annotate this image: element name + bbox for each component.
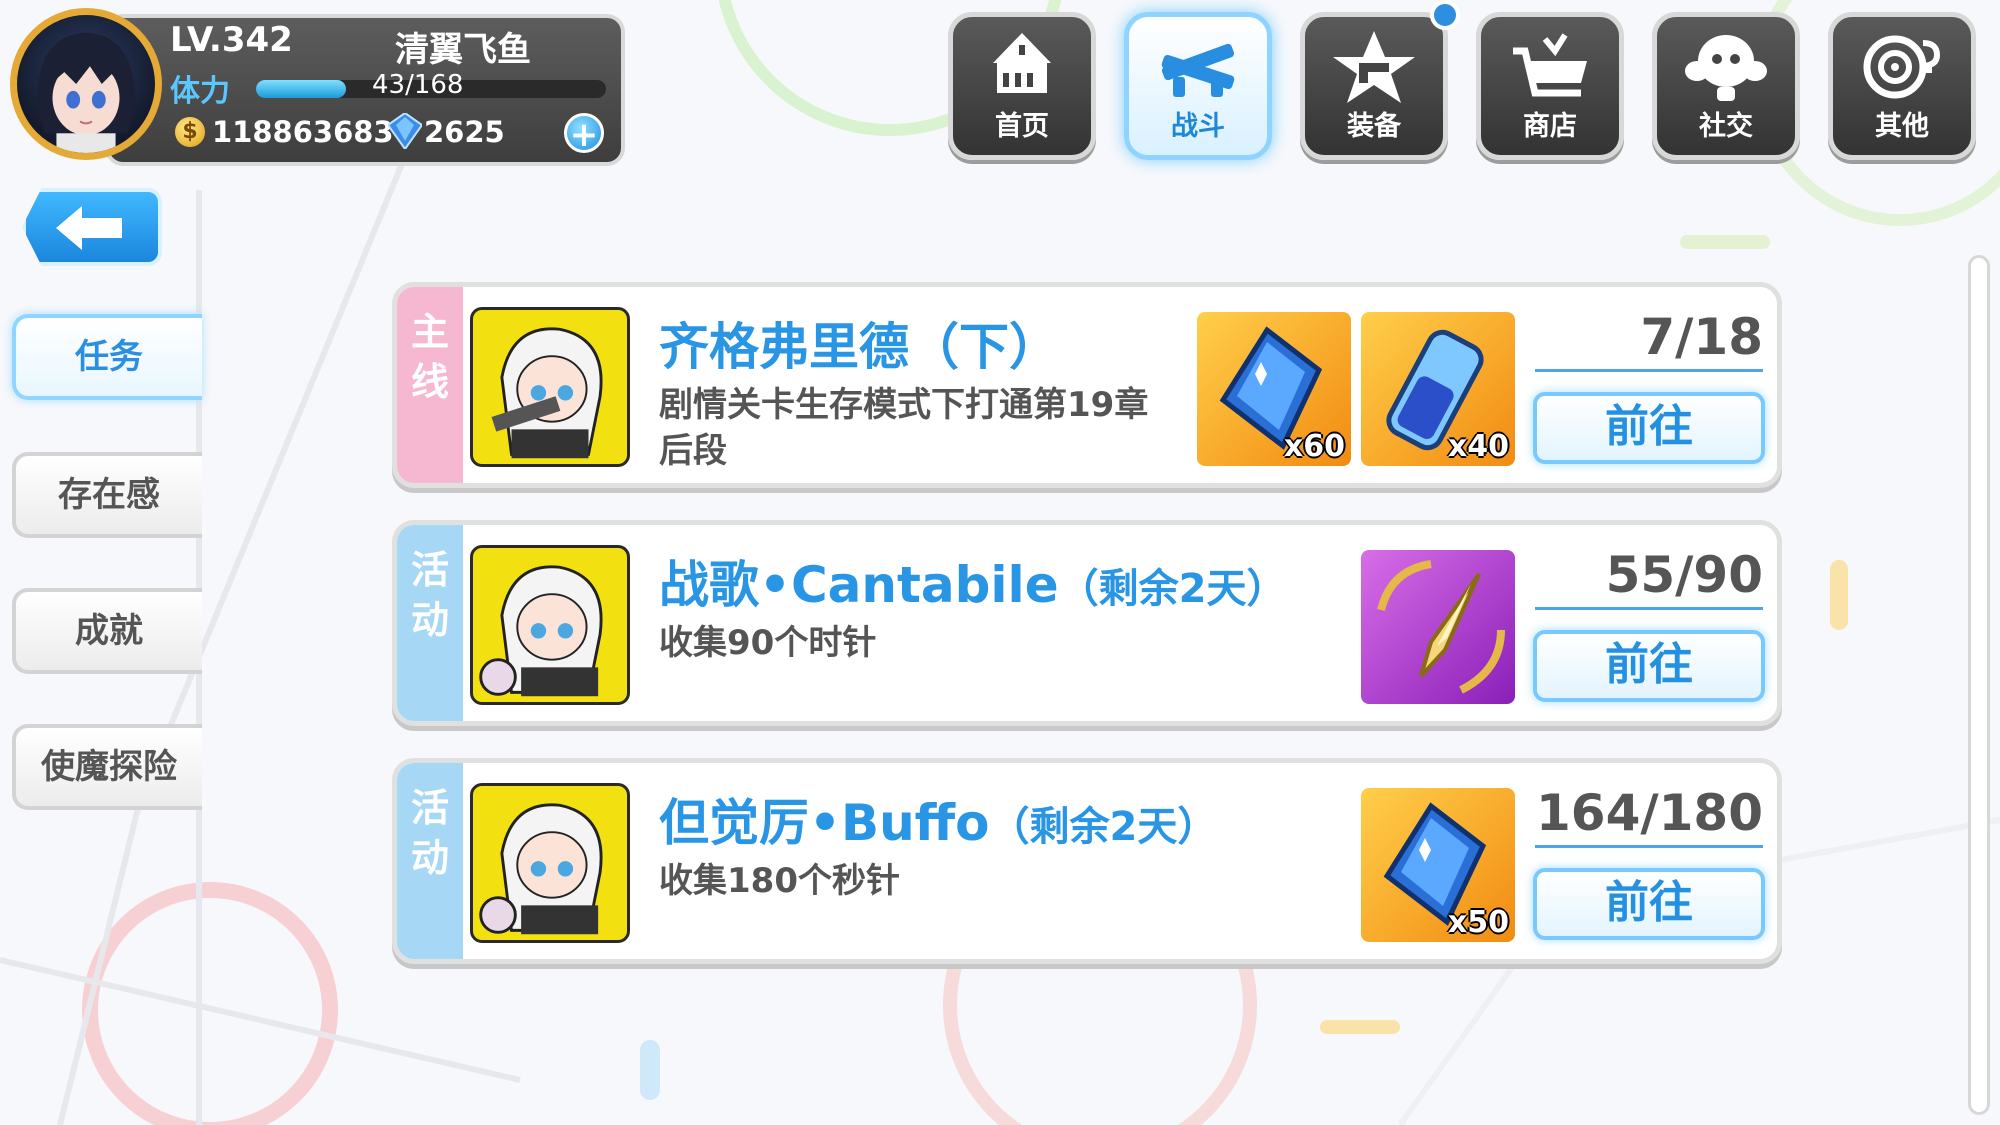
go-button[interactable]: 前往	[1533, 630, 1765, 702]
reward-item[interactable]: x60	[1197, 312, 1351, 466]
nav-equipment-button[interactable]: 装备	[1300, 12, 1448, 160]
nav-shop-label: 商店	[1523, 111, 1577, 142]
reward-item[interactable]: x40	[1361, 312, 1515, 466]
player-panel: LV.342 清翼飞鱼 体力 43/168 $ 118863683 2625 +	[10, 8, 625, 166]
back-arrow-icon	[56, 206, 122, 250]
currency-row: $ 118863683 2625 +	[170, 113, 610, 157]
task-portrait	[470, 783, 630, 943]
nav-home-button[interactable]: 首页	[948, 12, 1096, 160]
nav-battle-label: 战斗	[1171, 111, 1225, 142]
sidebar-tab-achievements[interactable]: 成就	[12, 588, 202, 674]
stamina-value: 43/168	[372, 70, 464, 100]
task-tag: 活动	[397, 763, 463, 959]
player-avatar[interactable]	[10, 8, 162, 160]
back-button[interactable]	[22, 188, 162, 266]
nav-equipment-label: 装备	[1347, 111, 1401, 142]
task-tag: 主线	[397, 287, 463, 483]
character-portrait-icon	[479, 803, 603, 935]
sidebar-tab-presence[interactable]: 存在感	[12, 452, 202, 538]
character-portrait-icon	[479, 565, 603, 697]
task-portrait	[470, 545, 630, 705]
task-title: 战歌•Cantabile（剩余2天）	[659, 556, 1287, 614]
task-portrait	[470, 307, 630, 467]
task-progress: 55/90	[1535, 543, 1763, 610]
gold-coin-icon: $	[175, 117, 205, 147]
task-description: 收集180个秒针	[659, 861, 900, 901]
task-title: 但觉厉•Buffo（剩余2天）	[659, 794, 1218, 852]
nav-shop-button[interactable]: 商店	[1476, 12, 1624, 160]
task-card: 主线 齐格弗里德（下） 剧情关卡生存模式下打通第19章后段 x60 x40 7/…	[392, 282, 1782, 488]
shop-icon	[1513, 33, 1587, 97]
gold-amount: 118863683	[212, 115, 394, 149]
nav-home-label: 首页	[995, 111, 1049, 142]
nav-social-label: 社交	[1699, 111, 1753, 142]
nav-battle-button[interactable]: 战斗	[1124, 12, 1272, 160]
reward-quantity: x50	[1447, 905, 1509, 940]
task-description: 收集90个时针	[659, 623, 877, 663]
equipment-icon	[1333, 31, 1415, 103]
player-level: LV.342	[170, 20, 293, 60]
reward-quantity: x60	[1283, 429, 1345, 464]
task-card: 活动 战歌•Cantabile（剩余2天） 收集90个时针 55/90 前往	[392, 520, 1782, 726]
gem-icon	[388, 113, 422, 149]
avatar-portrait-icon	[36, 32, 136, 153]
task-title: 齐格弗里德（下）	[659, 318, 1059, 376]
nav-other-label: 其他	[1875, 111, 1929, 142]
home-icon	[993, 33, 1051, 93]
player-name: 清翼飞鱼	[395, 30, 531, 70]
sidebar-tab-tasks[interactable]: 任务	[12, 314, 202, 400]
social-icon	[1685, 35, 1767, 101]
reward-quantity: x40	[1447, 429, 1509, 464]
stamina-bar-fill	[256, 80, 346, 98]
gem-amount: 2625	[424, 115, 505, 149]
stamina-label: 体力	[170, 74, 230, 109]
notification-dot	[1430, 0, 1460, 30]
scrollbar[interactable]	[1968, 255, 1990, 1115]
go-button[interactable]: 前往	[1533, 392, 1765, 464]
character-portrait-icon	[491, 327, 603, 459]
reward-item[interactable]: x50	[1361, 788, 1515, 942]
battle-icon	[1161, 43, 1235, 97]
task-tag: 活动	[397, 525, 463, 721]
task-description: 剧情关卡生存模式下打通第19章后段	[659, 385, 1149, 471]
clock-hand-icon	[1377, 560, 1505, 694]
nav-social-button[interactable]: 社交	[1652, 12, 1800, 160]
task-progress: 7/18	[1535, 305, 1763, 372]
reward-item[interactable]	[1361, 550, 1515, 704]
task-progress: 164/180	[1535, 781, 1763, 848]
other-icon	[1863, 35, 1941, 99]
go-button[interactable]: 前往	[1533, 868, 1765, 940]
task-card: 活动 但觉厉•Buffo（剩余2天） 收集180个秒针 x50 164/180 …	[392, 758, 1782, 964]
add-currency-button[interactable]: +	[564, 113, 604, 154]
nav-other-button[interactable]: 其他	[1828, 12, 1976, 160]
sidebar-tab-familiar-adventure[interactable]: 使魔探险	[12, 724, 202, 810]
